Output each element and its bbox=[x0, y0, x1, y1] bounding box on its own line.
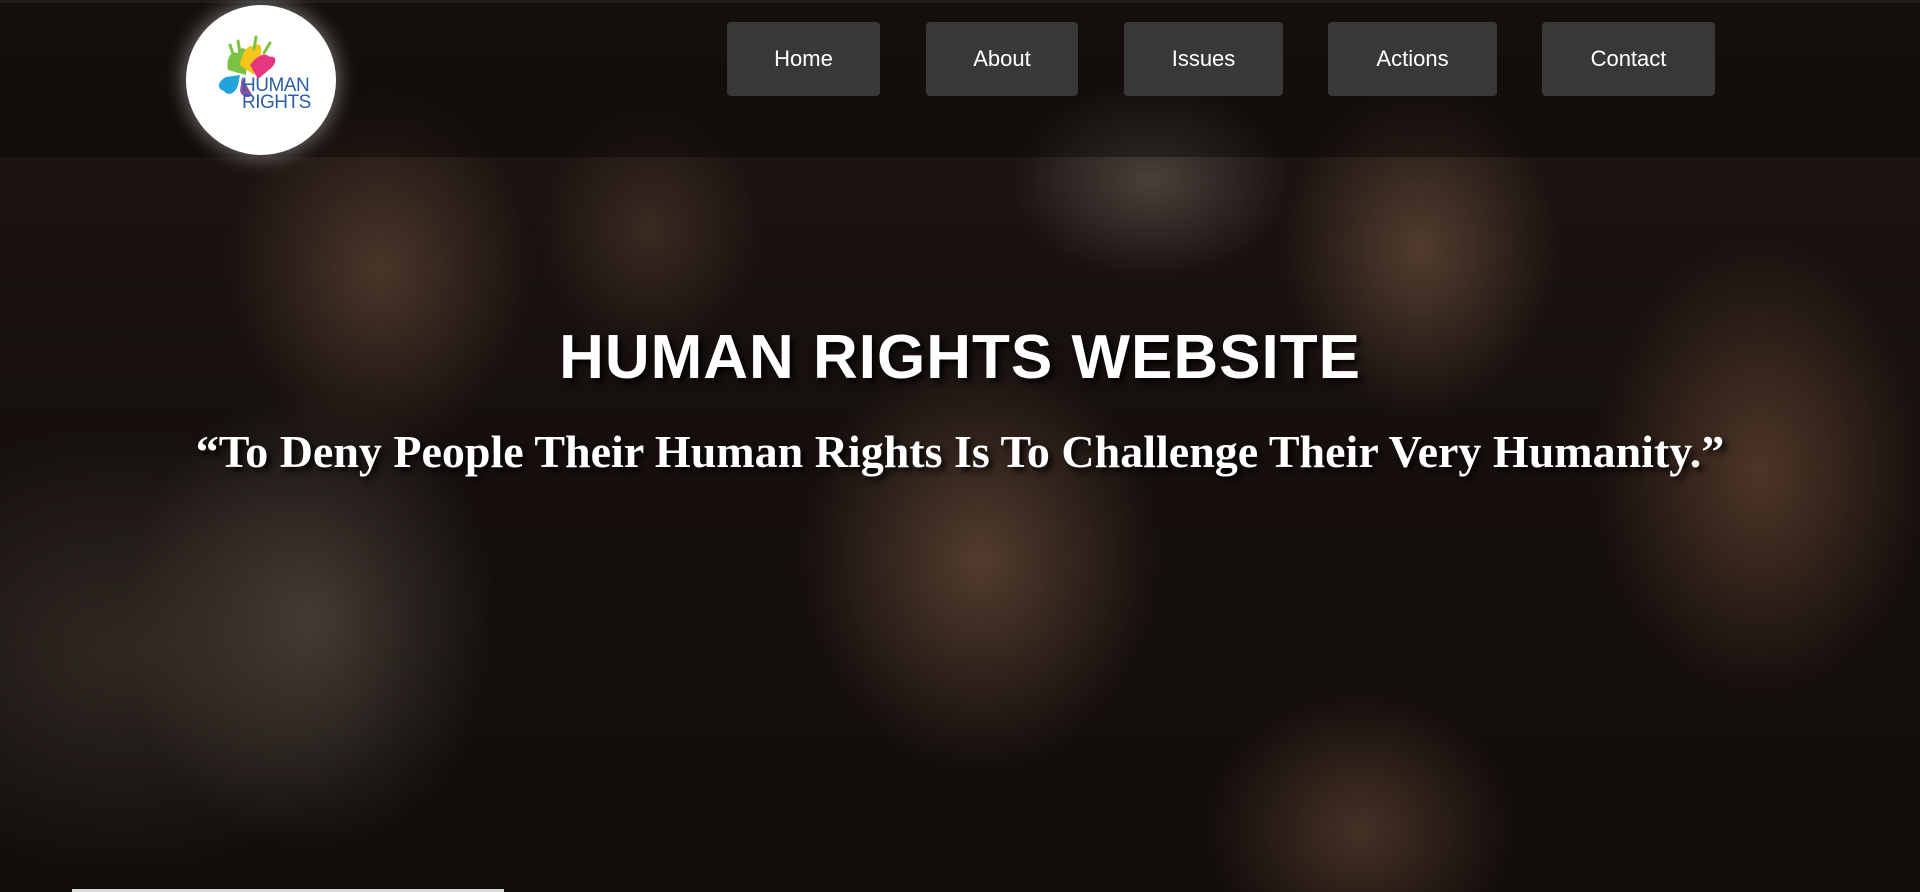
hero-quote: “To Deny People Their Human Rights Is To… bbox=[195, 426, 1725, 477]
nav-home-button[interactable]: Home bbox=[727, 22, 880, 96]
logo[interactable]: HUMAN RIGHTS bbox=[186, 5, 336, 155]
nav-about-button[interactable]: About bbox=[926, 22, 1078, 96]
logo-text: HUMAN RIGHTS bbox=[242, 76, 311, 113]
page: HUMAN RIGHTS Home About Issues Actions C… bbox=[0, 0, 1920, 892]
nav-issues-button[interactable]: Issues bbox=[1124, 22, 1283, 96]
logo-text-line2: RIGHTS bbox=[242, 92, 311, 113]
hero-title: HUMAN RIGHTS WEBSITE bbox=[559, 323, 1361, 392]
nav-actions-button[interactable]: Actions bbox=[1328, 22, 1497, 96]
top-border bbox=[0, 0, 1920, 3]
nav-contact-button[interactable]: Contact bbox=[1542, 22, 1715, 96]
